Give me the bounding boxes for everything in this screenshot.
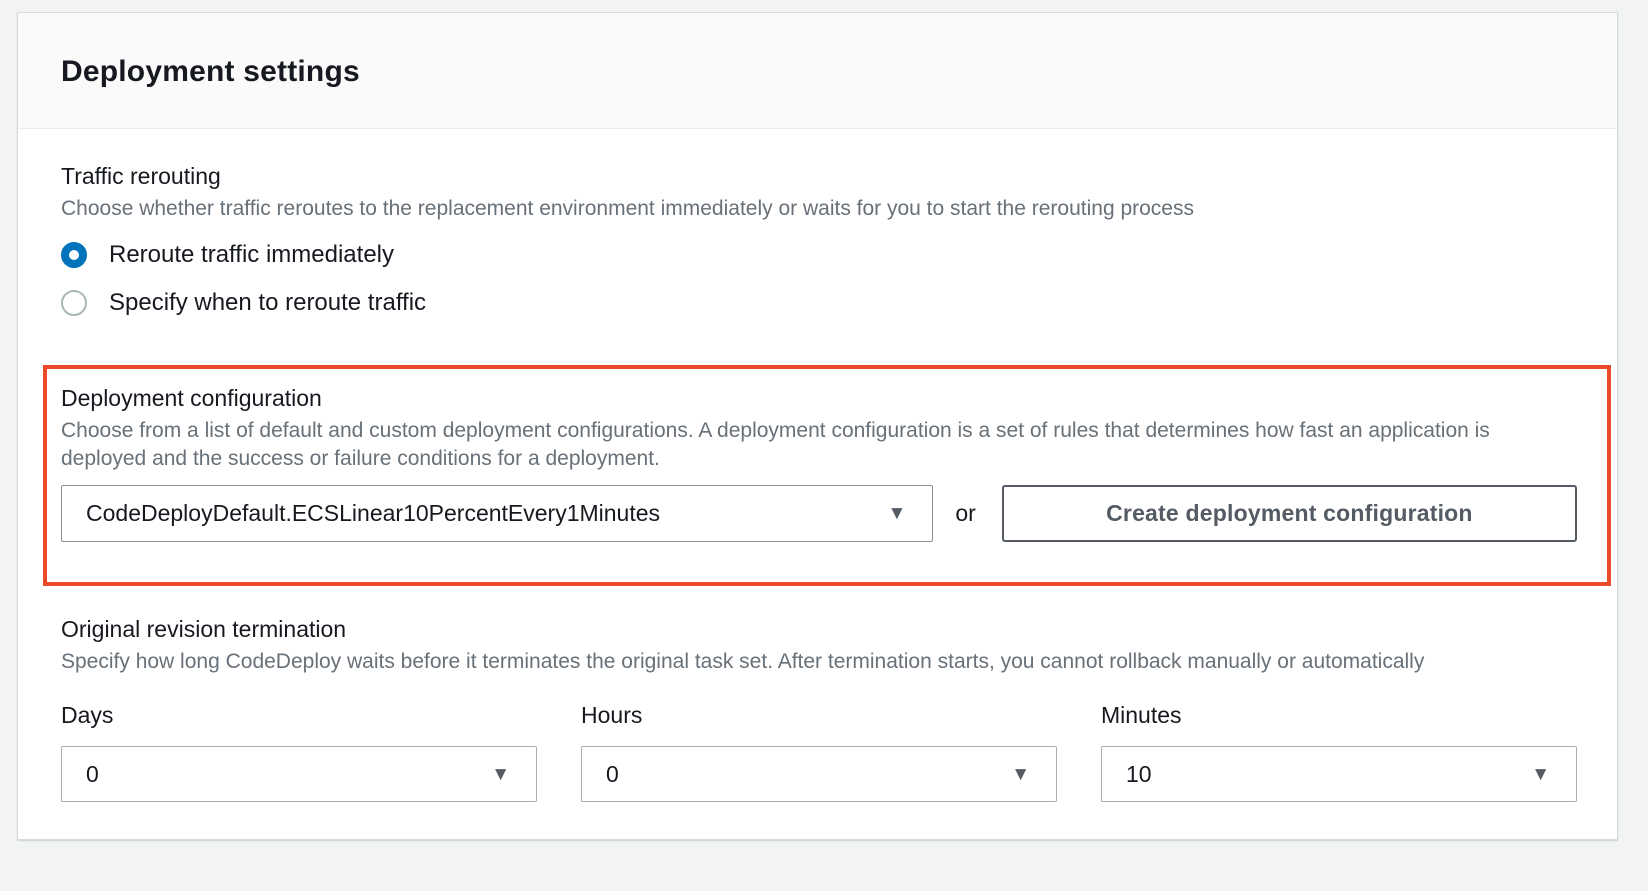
termination-time-fields: Days 0 ▼ Hours 0 ▼ Minutes 10 ▼	[61, 702, 1577, 802]
radio-reroute-immediately-label: Reroute traffic immediately	[109, 241, 394, 268]
traffic-rerouting-label: Traffic rerouting	[61, 163, 221, 189]
hours-label: Hours	[581, 702, 643, 728]
days-select-value: 0	[86, 760, 99, 787]
days-select[interactable]: 0 ▼	[61, 746, 537, 802]
radio-unselected-icon[interactable]	[61, 290, 87, 316]
caret-down-icon: ▼	[1531, 763, 1550, 785]
deployment-configuration-select-value: CodeDeployDefault.ECSLinear10PercentEver…	[86, 500, 661, 526]
hours-field: Hours 0 ▼	[581, 702, 1057, 802]
radio-specify-when-to-reroute[interactable]: Specify when to reroute traffic	[61, 279, 1577, 327]
panel-header: Deployment settings	[18, 13, 1617, 129]
minutes-select-value: 10	[1126, 760, 1152, 787]
minutes-select[interactable]: 10 ▼	[1101, 746, 1577, 802]
deployment-settings-panel: Deployment settings Traffic rerouting Ch…	[17, 12, 1618, 840]
create-deployment-configuration-button[interactable]: Create deployment configuration	[1001, 485, 1577, 542]
radio-reroute-immediately[interactable]: Reroute traffic immediately	[61, 231, 1577, 279]
deployment-configuration-label: Deployment configuration	[61, 385, 322, 411]
panel-title: Deployment settings	[61, 55, 360, 88]
traffic-rerouting-radio-group: Reroute traffic immediately Specify when…	[61, 231, 1577, 327]
days-field: Days 0 ▼	[61, 702, 537, 802]
panel-body: Traffic rerouting Choose whether traffic…	[18, 129, 1617, 842]
caret-down-icon: ▼	[491, 763, 510, 785]
caret-down-icon: ▼	[887, 503, 907, 524]
deployment-configuration-description: Choose from a list of default and custom…	[61, 419, 1490, 470]
days-label: Days	[61, 702, 114, 728]
traffic-rerouting-description: Choose whether traffic reroutes to the r…	[61, 197, 1194, 220]
caret-down-icon: ▼	[1011, 763, 1030, 785]
deployment-configuration-select[interactable]: CodeDeployDefault.ECSLinear10PercentEver…	[61, 485, 934, 542]
original-revision-termination-label: Original revision termination	[61, 616, 347, 642]
hours-select-value: 0	[606, 760, 619, 787]
deployment-configuration-highlight-box: Deployment configuration Choose from a l…	[43, 365, 1611, 586]
or-label: or	[955, 500, 976, 526]
radio-specify-when-to-reroute-label: Specify when to reroute traffic	[109, 289, 427, 316]
minutes-label: Minutes	[1101, 702, 1182, 728]
traffic-rerouting-section: Traffic rerouting Choose whether traffic…	[61, 161, 1577, 327]
original-revision-termination-section: Original revision termination Specify ho…	[61, 614, 1577, 802]
original-revision-termination-description: Specify how long CodeDeploy waits before…	[61, 650, 1425, 673]
deployment-configuration-row: CodeDeployDefault.ECSLinear10PercentEver…	[61, 485, 1577, 542]
minutes-field: Minutes 10 ▼	[1101, 702, 1577, 802]
hours-select[interactable]: 0 ▼	[581, 746, 1057, 802]
radio-selected-icon[interactable]	[61, 242, 87, 268]
